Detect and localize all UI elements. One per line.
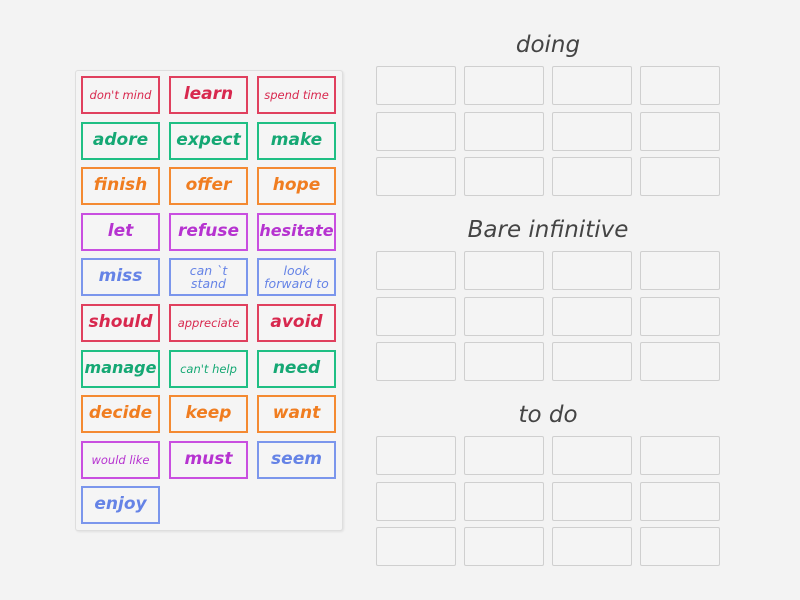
drop-slot[interactable] [640, 481, 720, 521]
drop-slot[interactable] [464, 527, 544, 567]
word-card-label: can't help [180, 361, 237, 376]
word-card[interactable]: enjoy [81, 486, 160, 525]
word-card[interactable]: need [257, 349, 336, 388]
word-card-label: expect [176, 129, 241, 150]
drop-slot[interactable] [640, 342, 720, 382]
word-card-label: adore [92, 129, 149, 150]
word-card[interactable]: appreciate [169, 304, 248, 342]
word-card-label: seem [271, 448, 322, 469]
drop-slot[interactable] [552, 436, 632, 475]
word-card[interactable]: keep [169, 395, 248, 434]
word-card-label: must [184, 448, 233, 469]
group-title: to do [518, 402, 578, 428]
word-card-label: spend time [264, 87, 329, 102]
word-card-label: should [88, 312, 153, 333]
drop-slot[interactable] [464, 342, 544, 382]
word-card-label: look forward to [264, 263, 329, 292]
word-card-label: don't mind [89, 87, 152, 102]
word-card-label: hesitate [259, 221, 334, 241]
drop-slot[interactable] [552, 157, 632, 197]
word-card[interactable]: finish [81, 167, 160, 206]
word-card-label: enjoy [94, 494, 147, 515]
drop-slot[interactable] [376, 251, 456, 290]
drop-slot[interactable] [376, 527, 456, 567]
word-card[interactable]: learn [169, 76, 248, 114]
word-card[interactable]: must [169, 440, 248, 479]
word-card-label: would like [91, 452, 150, 467]
word-card[interactable]: can't help [169, 349, 248, 388]
word-card[interactable]: want [257, 395, 336, 434]
word-card-label: need [272, 357, 321, 378]
drop-slot[interactable] [464, 436, 544, 475]
word-card[interactable]: decide [81, 395, 160, 434]
drop-slot[interactable] [552, 111, 632, 151]
drop-slot[interactable] [464, 296, 544, 336]
drop-slot[interactable] [376, 436, 456, 475]
word-card[interactable]: would like [81, 440, 160, 479]
drop-slot[interactable] [464, 481, 544, 521]
drop-slot[interactable] [640, 436, 720, 475]
word-card-label: learn [183, 84, 234, 105]
drop-slot[interactable] [376, 66, 456, 105]
word-card[interactable]: make [257, 121, 336, 160]
drop-slot[interactable] [376, 111, 456, 151]
word-card-label: hope [272, 175, 321, 196]
drop-slot[interactable] [464, 111, 544, 151]
word-card-label: keep [185, 403, 232, 424]
drop-slot[interactable] [640, 527, 720, 567]
drop-slot[interactable] [376, 481, 456, 521]
word-card[interactable]: seem [257, 440, 336, 479]
word-card-label: want [272, 403, 321, 424]
group-title: Bare infinitive [467, 217, 629, 243]
drop-slot[interactable] [464, 251, 544, 290]
word-card[interactable]: look forward to [257, 258, 336, 297]
drop-slot[interactable] [640, 251, 720, 290]
word-card[interactable]: miss [81, 258, 160, 297]
word-card[interactable]: let [81, 212, 160, 251]
drop-slot[interactable] [552, 251, 632, 290]
word-card[interactable]: adore [81, 121, 160, 160]
word-card[interactable]: manage [81, 349, 160, 388]
word-card[interactable]: offer [169, 167, 248, 206]
drop-slot[interactable] [640, 157, 720, 197]
drop-slot[interactable] [464, 157, 544, 197]
drop-slot[interactable] [552, 342, 632, 382]
group-title: doing [515, 32, 581, 58]
word-card-label: make [270, 129, 323, 150]
drop-slot[interactable] [640, 66, 720, 105]
word-card-label: let [107, 220, 134, 241]
drop-slot[interactable] [376, 342, 456, 382]
drop-slot[interactable] [640, 296, 720, 336]
word-card-label: offer [185, 175, 232, 196]
word-card-label: finish [93, 175, 148, 196]
word-card-label: avoid [270, 312, 323, 333]
word-card[interactable]: can `t stand [169, 258, 248, 297]
word-card[interactable]: hope [257, 167, 336, 206]
drop-slot[interactable] [552, 66, 632, 105]
word-card-label: decide [88, 403, 153, 424]
word-card[interactable]: spend time [257, 76, 336, 114]
drop-slot[interactable] [640, 111, 720, 151]
drop-slot[interactable] [552, 296, 632, 336]
word-card-label: appreciate [177, 315, 240, 330]
drop-slot[interactable] [552, 527, 632, 567]
word-card[interactable]: should [81, 304, 160, 342]
word-card[interactable]: avoid [257, 304, 336, 342]
word-card[interactable]: refuse [169, 212, 248, 251]
word-card[interactable]: expect [169, 121, 248, 160]
word-card[interactable]: hesitate [257, 212, 336, 251]
drop-slot[interactable] [376, 296, 456, 336]
word-card[interactable]: don't mind [81, 76, 160, 114]
word-card-label: can `t stand [189, 263, 228, 292]
word-card-label: refuse [177, 220, 240, 241]
drop-slot[interactable] [464, 66, 544, 105]
drop-slot[interactable] [552, 481, 632, 521]
word-card-label: manage [84, 358, 157, 378]
word-card-label: miss [98, 266, 143, 287]
drop-slot[interactable] [376, 157, 456, 197]
